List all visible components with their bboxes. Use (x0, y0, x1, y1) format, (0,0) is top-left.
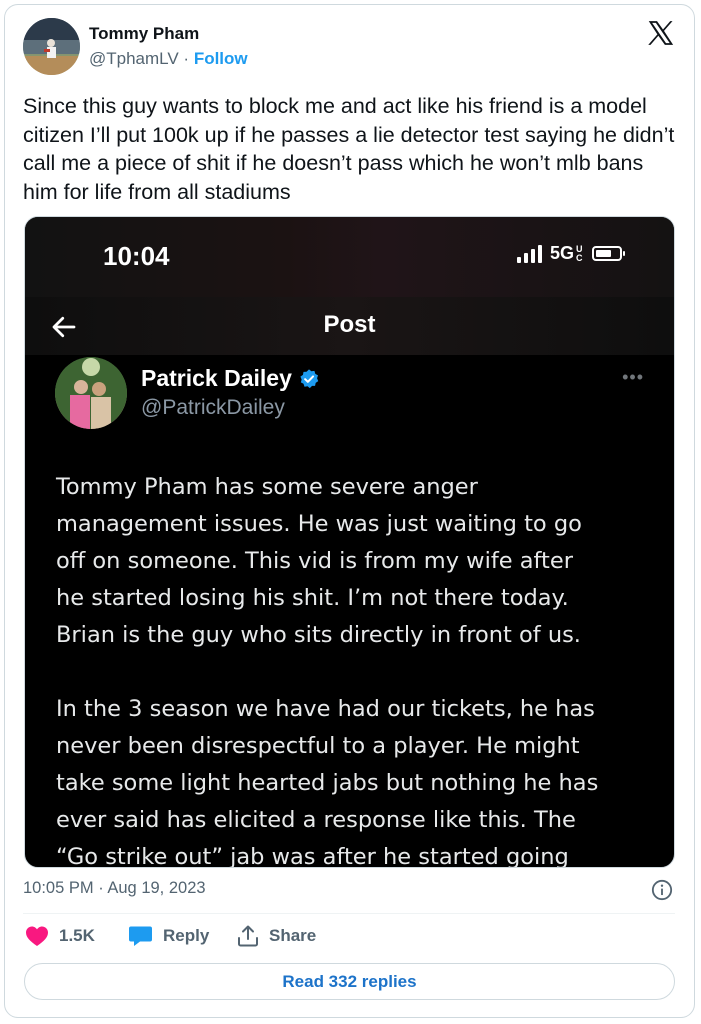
reply-label: Reply (163, 926, 210, 945)
tweet-timestamp[interactable]: 10:05 PM · Aug 19, 2023 (23, 879, 206, 898)
meta-separator: · (178, 49, 194, 68)
follow-button[interactable]: Follow (194, 49, 248, 68)
inner-author-name: Patrick Dailey (141, 365, 292, 391)
post-title: Post (323, 311, 376, 338)
phone-status-bar: 10:04 5G UC (25, 217, 674, 297)
tweet-text: Since this guy wants to block me and act… (23, 94, 675, 204)
inner-paragraph-2: In the 3 season we have had our tickets,… (56, 696, 599, 868)
inner-avatar-photo (55, 357, 127, 429)
avatar-photo (23, 18, 80, 75)
divider (23, 913, 675, 914)
inner-post-text: Tommy Pham has some severe anger managem… (56, 469, 656, 868)
media-screenshot[interactable]: 10:04 5G UC Post Patrick Dailey @Patrick… (24, 216, 675, 868)
battery-icon (592, 246, 625, 261)
share-icon (238, 925, 258, 947)
verified-badge-icon (300, 368, 319, 388)
author-meta: @TphamLV · Follow (89, 49, 248, 69)
network-suffix: UC (576, 243, 583, 263)
x-logo-icon[interactable] (645, 18, 675, 48)
info-icon[interactable] (651, 879, 673, 901)
inner-author-row: Patrick Dailey (141, 365, 320, 392)
signal-icon (516, 244, 542, 263)
share-label: Share (269, 926, 317, 945)
status-clock: 10:04 (103, 241, 170, 271)
heart-icon (26, 926, 48, 946)
reply-button[interactable]: Reply (128, 925, 209, 947)
status-indicators: 5G UC (516, 243, 625, 264)
like-button[interactable]: 1.5K (25, 925, 95, 947)
author-name[interactable]: Tommy Pham (89, 24, 199, 44)
inner-author-avatar (55, 357, 127, 429)
like-count: 1.5K (59, 926, 95, 945)
author-avatar[interactable] (23, 18, 80, 75)
share-button[interactable]: Share (237, 925, 316, 947)
inner-paragraph-1: Tommy Pham has some severe anger managem… (56, 474, 582, 648)
network-label: 5G (549, 243, 574, 263)
inner-author-handle: @PatrickDailey (141, 396, 285, 419)
read-replies-button[interactable]: Read 332 replies (24, 963, 675, 1000)
post-header: Post (25, 297, 674, 355)
reply-bubble-icon (129, 926, 152, 946)
author-handle[interactable]: @TphamLV (89, 49, 179, 68)
more-options-icon: ••• (622, 367, 644, 387)
